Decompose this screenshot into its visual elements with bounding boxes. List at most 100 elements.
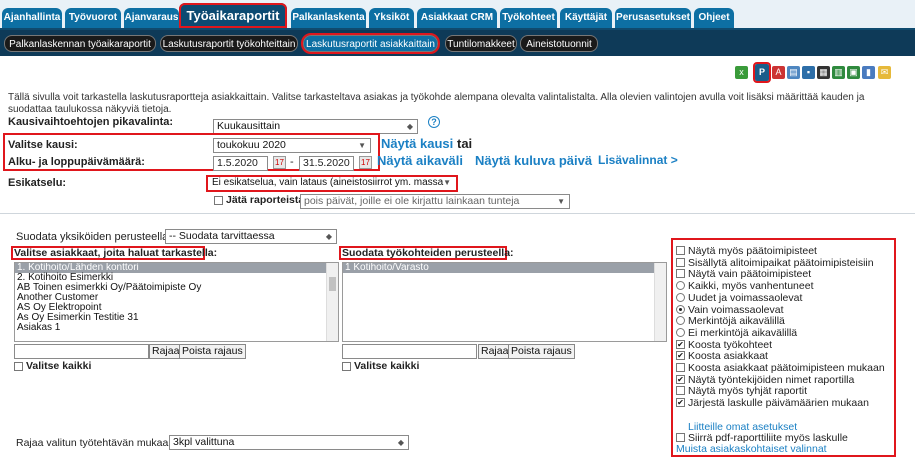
subtab-tuntilomakkeet[interactable]: Tuntilomakkeet xyxy=(445,35,517,52)
option-checkbox[interactable]: ✔ xyxy=(676,398,685,408)
list-item[interactable]: Asiakas 1 xyxy=(15,323,338,333)
task-filter-dropdown[interactable]: 3kpl valittuna ◆ xyxy=(169,435,409,450)
option-label: Uudet ja voimassaolevat xyxy=(688,291,803,304)
copy-icon[interactable]: ▣ xyxy=(847,66,860,79)
export-icon[interactable]: ▥ xyxy=(832,66,845,79)
tab-perusasetukset[interactable]: Perusasetukset xyxy=(615,8,691,28)
customers-label: Valitse asiakkaat, joita haluat tarkaste… xyxy=(14,247,218,259)
option-label: Ei merkintöjä aikavälillä xyxy=(688,326,798,339)
tab-tyoaikaraportit[interactable]: Työaikaraportit xyxy=(179,3,287,28)
start-date-field[interactable]: 1.5.2020 xyxy=(213,156,268,171)
option-label: Koosta työkohteet xyxy=(688,338,773,351)
subtab-laskutusraportit-tyokohteittain[interactable]: Laskutusraportit työkohteittain xyxy=(160,35,298,52)
customers-limit-button[interactable]: Rajaa xyxy=(149,344,183,359)
option-radio[interactable] xyxy=(676,327,685,337)
worksites-select-all-checkbox[interactable] xyxy=(342,362,351,371)
tab-tyovuorot[interactable]: Työvuorot xyxy=(65,8,121,28)
help-icon[interactable]: ? xyxy=(428,116,440,128)
option-radio[interactable] xyxy=(676,304,685,314)
end-date-field[interactable]: 31.5.2020 xyxy=(299,156,354,171)
period-label: Valitse kausi: xyxy=(8,139,78,151)
save-icon[interactable]: ▪ xyxy=(802,66,815,79)
excel-icon[interactable]: x xyxy=(735,66,748,79)
option-checkbox[interactable] xyxy=(676,257,685,267)
subtab-aineistotuonnit[interactable]: Aineistotuonnit xyxy=(520,35,598,52)
pdf-icon[interactable]: P xyxy=(753,62,771,83)
option-label: Näytä työntekijöiden nimet raportilla xyxy=(688,373,855,386)
table-icon[interactable]: ▦ xyxy=(817,66,830,79)
customers-clear-button[interactable]: Poista rajaus xyxy=(179,344,246,359)
customers-scrollbar[interactable] xyxy=(326,263,338,341)
leave-out-dropdown[interactable]: pois päivät, joille ei ole kirjattu lain… xyxy=(300,194,570,209)
option-label: Merkintöjä aikavälillä xyxy=(688,315,785,328)
period-dropdown[interactable]: toukokuu 2020 ▼ xyxy=(213,138,371,153)
date-dash: - xyxy=(290,156,294,168)
option-checkbox[interactable] xyxy=(676,386,685,396)
option-label: Järjestä laskulle päivämäärien mukaan xyxy=(688,397,869,410)
customers-search-field[interactable] xyxy=(14,344,149,359)
list-item[interactable]: 1 Kotihoito/Varasto xyxy=(343,263,666,273)
customers-select-all-label: Valitse kaikki xyxy=(26,360,92,372)
option-checkbox[interactable]: ✔ xyxy=(676,339,685,349)
preview-label: Esikatselu: xyxy=(8,177,67,189)
preview-value: Ei esikatselua, vain lataus (aineistosii… xyxy=(212,177,444,188)
option-label: Kaikki, myös vanhentuneet xyxy=(688,280,814,293)
tab-kayttajat[interactable]: Käyttäjät xyxy=(560,8,612,28)
customers-select-all-checkbox[interactable] xyxy=(14,362,23,371)
calendar-icon[interactable]: 17 xyxy=(273,156,286,169)
worksites-select-all-label: Valitse kaikki xyxy=(354,360,420,372)
leave-out-value: pois päivät, joille ei ole kirjattu lain… xyxy=(304,195,520,207)
worksites-clear-button[interactable]: Poista rajaus xyxy=(508,344,575,359)
acrobat-icon[interactable]: A xyxy=(772,66,785,79)
chart-icon[interactable]: ▮ xyxy=(862,66,875,79)
worksites-limit-button[interactable]: Rajaa xyxy=(478,344,512,359)
preview-dropdown[interactable]: Ei esikatselua, vain lataus (aineistosii… xyxy=(209,177,455,190)
worksites-search-field[interactable] xyxy=(342,344,477,359)
option-label: Vain voimassaolevat xyxy=(688,303,784,316)
section-divider xyxy=(0,213,915,214)
subtab-laskutusraportit-asiakkaittain[interactable]: Laskutusraportit asiakkaittain xyxy=(301,33,440,54)
units-filter-dropdown[interactable]: -- Suodata tarvittaessa ◆ xyxy=(165,229,337,244)
option-radio[interactable] xyxy=(676,292,685,302)
option-checkbox[interactable] xyxy=(676,246,685,255)
list-item[interactable]: As Oy Esimerkin Testitie 31 xyxy=(15,313,338,323)
subtab-palkanlaskennan-tyoaikaraportit[interactable]: Palkanlaskennan työaikaraportit xyxy=(4,35,156,52)
option-label: Näytä myös tyhjät raportit xyxy=(688,385,808,398)
scroll-thumb[interactable] xyxy=(329,277,336,291)
option-checkbox[interactable] xyxy=(676,269,685,279)
units-filter-label: Suodata yksiköiden perusteella: xyxy=(16,231,172,243)
more-options-link[interactable]: Lisävalinnat > xyxy=(598,153,678,167)
tab-ajanvaraus[interactable]: Ajanvaraus xyxy=(124,8,179,28)
show-current-day-link[interactable]: Näytä kuluva päivä xyxy=(475,153,592,168)
email-icon[interactable]: ✉ xyxy=(878,66,891,79)
move-pdf-checkbox[interactable] xyxy=(676,433,685,442)
worksites-label: Suodata työkohteiden perusteella: xyxy=(342,247,514,259)
show-period-link[interactable]: Näytä kausi xyxy=(381,136,453,151)
show-range-link[interactable]: Näytä aikaväli xyxy=(377,153,463,168)
date-range-label: Alku- ja loppupäivämäärä: xyxy=(8,156,145,168)
option-checkbox[interactable]: ✔ xyxy=(676,351,685,361)
period-value: toukokuu 2020 xyxy=(217,139,286,151)
option-label: Koosta asiakkaat päätoimipisteen mukaan xyxy=(688,362,885,374)
tab-tyokohteet[interactable]: Työkohteet xyxy=(500,8,557,28)
quick-select-dropdown[interactable]: Kuukausittain ◆ xyxy=(213,119,418,134)
task-filter-value: 3kpl valittuna xyxy=(173,436,235,448)
calendar-icon[interactable]: 17 xyxy=(359,156,372,169)
task-filter-label: Rajaa valitun työtehtävän mukaan: xyxy=(16,437,178,449)
print-icon[interactable]: ▤ xyxy=(787,66,800,79)
leave-out-checkbox[interactable] xyxy=(214,196,223,205)
sub-navigation: Palkanlaskennan työaikaraportit Laskutus… xyxy=(0,30,915,56)
customers-listbox[interactable]: 1. Kotihoito/Lähden konttori 2. Kotihoit… xyxy=(14,262,339,342)
top-navigation: Ajanhallinta Työvuorot Ajanvaraus Työaik… xyxy=(0,0,915,30)
tab-yksikot[interactable]: Yksiköt xyxy=(369,8,414,28)
option-checkbox[interactable]: ✔ xyxy=(676,374,685,384)
option-checkbox[interactable] xyxy=(676,363,685,372)
tab-palkanlaskenta[interactable]: Palkanlaskenta xyxy=(291,8,366,28)
tab-ohjeet[interactable]: Ohjeet xyxy=(694,8,734,28)
customer-settings-link[interactable]: Muista asiakaskohtaiset valinnat xyxy=(676,443,827,455)
tab-asiakkaat-crm[interactable]: Asiakkaat CRM xyxy=(417,8,497,28)
tab-ajanhallinta[interactable]: Ajanhallinta xyxy=(2,8,62,28)
option-label: Näytä myös päätoimipisteet xyxy=(688,245,817,257)
worksites-scrollbar[interactable] xyxy=(654,263,666,341)
worksites-listbox[interactable]: 1 Kotihoito/Varasto xyxy=(342,262,667,342)
